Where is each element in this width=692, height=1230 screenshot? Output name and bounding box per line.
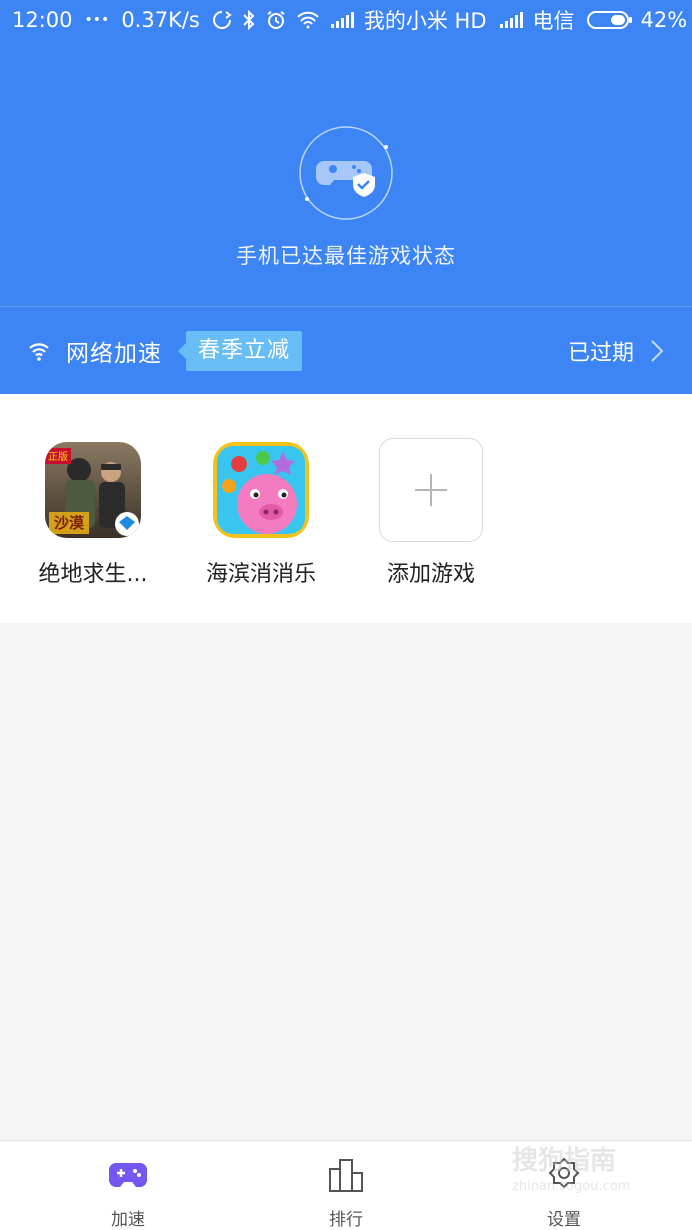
bar-chart-icon	[329, 1159, 363, 1192]
chevron-right-icon	[651, 339, 664, 362]
add-game-button[interactable]	[379, 438, 483, 542]
game-status-text: 手机已达最佳游戏状态	[236, 244, 456, 268]
tab-accelerate[interactable]: 加速	[68, 1157, 188, 1230]
gear-icon	[548, 1157, 580, 1189]
status-dots: •••	[84, 12, 110, 28]
network-accel-bar[interactable]: 网络加速 春季立减 已过期	[0, 306, 692, 394]
signal-icon-2	[499, 12, 523, 28]
status-carrier1: 我的小米 HD	[363, 9, 487, 33]
signal-icon-1	[330, 12, 354, 28]
status-speed: 0.37K/s	[121, 8, 200, 32]
seaside-match-game-icon	[213, 442, 309, 538]
network-accel-label: 网络加速	[66, 340, 162, 367]
wifi-icon	[28, 340, 50, 362]
tab-settings[interactable]: 设置	[504, 1157, 624, 1230]
tab-label-settings: 设置	[547, 1210, 581, 1230]
sync-icon	[212, 10, 232, 30]
game-name-pubg: 绝地求生...	[38, 562, 148, 587]
add-game-label: 添加游戏	[386, 562, 475, 587]
pubg-badge-top: 正版	[48, 450, 68, 463]
wifi-status-icon	[296, 11, 320, 29]
promo-badge[interactable]: 春季立减	[177, 330, 303, 371]
game-item-seaside[interactable]: 海滨消消乐	[186, 442, 336, 588]
game-item-pubg[interactable]: 正版 沙漠 绝地求生...	[18, 442, 168, 588]
pubg-badge-bottom: 沙漠	[54, 514, 85, 532]
status-battery: 42%	[640, 8, 688, 32]
status-time: 12:00	[12, 8, 73, 32]
battery-icon	[586, 10, 633, 30]
tab-label-ranking: 排行	[329, 1210, 363, 1230]
status-carrier2: 电信	[532, 9, 575, 33]
add-game-item[interactable]: 添加游戏	[356, 438, 506, 588]
game-name-seaside: 海滨消消乐	[205, 562, 316, 587]
plus-icon	[415, 474, 447, 506]
status-bar: 12:00 ••• 0.37K/s 我的小米 HD 电信 42%	[0, 0, 692, 40]
tab-ranking[interactable]: 排行	[286, 1157, 406, 1230]
header: 12:00 ••• 0.37K/s 我的小米 HD 电信 42% 手机已达最佳游…	[0, 0, 692, 394]
gamepad-shield-icon	[298, 125, 394, 221]
bottom-tab-bar: 加速 排行 设置	[0, 1140, 692, 1230]
expiry-text: 已过期	[567, 340, 634, 366]
pubg-game-icon: 正版 沙漠	[45, 442, 141, 538]
expiry-status[interactable]: 已过期	[568, 335, 664, 367]
game-list: 正版 沙漠 绝地求生... 海滨消消乐 添加游戏	[0, 394, 692, 623]
bluetooth-icon	[242, 10, 256, 30]
gamepad-icon	[109, 1163, 147, 1187]
tab-label-accelerate: 加速	[111, 1210, 145, 1230]
alarm-icon	[266, 10, 286, 30]
